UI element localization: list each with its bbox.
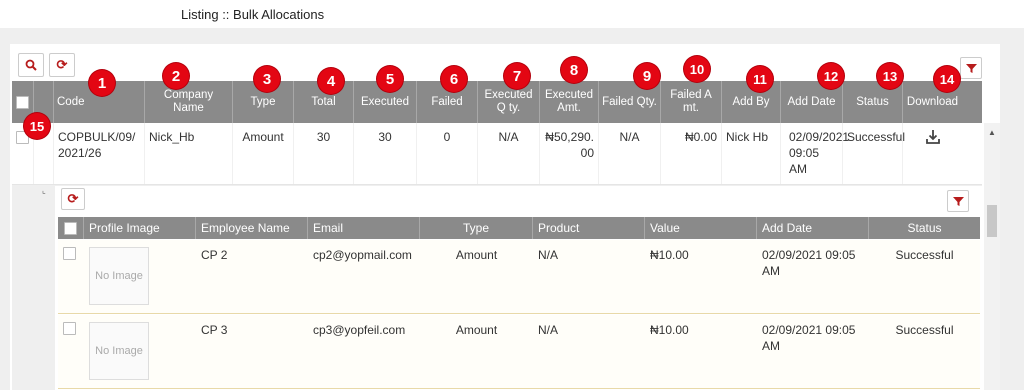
annotation-badge-5: 5 — [377, 66, 403, 92]
page-header: Listing :: Bulk Allocations — [0, 0, 1024, 28]
annotation-badge-14: 14 — [934, 66, 960, 92]
cell-type: Amount — [233, 123, 294, 184]
annotation-badge-1: 1 — [89, 70, 115, 96]
profile-image-placeholder: No Image — [89, 247, 149, 305]
cell-value: ₦10.00 — [650, 248, 689, 262]
cell-email: cp3@yopfeil.com — [313, 323, 406, 337]
cell-email: cp2@yopmail.com — [313, 248, 412, 262]
table-row[interactable]: COPBULK/09/2021/26 Nick_Hb Amount 30 30 … — [12, 123, 982, 185]
scroll-up-icon[interactable]: ▲ — [988, 128, 996, 137]
row-checkbox[interactable] — [63, 247, 76, 260]
detail-select-all-checkbox[interactable] — [64, 221, 77, 235]
cell-value: ₦10.00 — [650, 323, 689, 337]
scrollbar-thumb[interactable] — [987, 205, 997, 237]
annotation-badge-13: 13 — [877, 63, 903, 89]
cell-employee-name[interactable]: CP 2 — [196, 240, 308, 313]
cell-add-by: Nick Hb — [722, 123, 781, 184]
cell-add-date: 02/09/2021 09:05 AM — [762, 323, 856, 353]
search-icon — [25, 59, 37, 71]
cell-failed-qty: N/A — [599, 123, 661, 184]
cell-product: N/A — [538, 248, 559, 262]
annotation-badge-9: 9 — [634, 63, 660, 89]
cell-executed-amt: ₦50,290.00 — [540, 123, 599, 184]
cell-code: COPBULK/09/2021/26 — [54, 123, 145, 184]
refresh-icon: ⟳ — [56, 57, 68, 72]
annotation-badge-6: 6 — [441, 66, 467, 92]
download-button[interactable] — [903, 123, 962, 184]
cell-type: Amount — [455, 248, 498, 262]
cell-add-date: 02/09/2021 09:05 AM — [781, 123, 849, 184]
col-executed-qty[interactable]: Executed Q ty. — [478, 81, 540, 123]
annotation-badge-15: 15 — [24, 113, 50, 139]
cell-status: Successful — [895, 248, 954, 262]
col-type[interactable]: Type — [420, 217, 533, 239]
annotation-badge-3: 3 — [254, 66, 280, 92]
annotation-badge-7: 7 — [504, 63, 530, 89]
col-company-name[interactable]: Company Name — [145, 81, 233, 123]
cell-failed-amt: ₦0.00 — [661, 123, 722, 184]
table-row[interactable]: No Image CP 2 cp2@yopmail.com Amount N/A… — [58, 240, 980, 314]
cell-executed: 30 — [354, 123, 417, 184]
profile-image-placeholder: No Image — [89, 322, 149, 380]
cell-type: Amount — [455, 323, 498, 337]
cell-total: 30 — [294, 123, 354, 184]
filter-icon — [952, 196, 964, 206]
cell-status: Successful — [843, 123, 905, 184]
refresh-icon: ⟳ — [67, 191, 79, 206]
detail-filter-button[interactable] — [947, 190, 969, 212]
annotation-badge-4: 4 — [318, 68, 344, 94]
table-row[interactable]: No Image CP 3 cp3@yopfeil.com Amount N/A… — [58, 315, 980, 389]
cell-company-name[interactable]: Nick_Hb — [145, 123, 233, 184]
page-title: Listing :: Bulk Allocations — [181, 7, 325, 22]
annotation-badge-8: 8 — [561, 57, 587, 83]
cell-product: N/A — [538, 323, 559, 337]
col-value[interactable]: Value — [645, 217, 757, 239]
cell-executed-qty: N/A — [478, 123, 540, 184]
detail-grid-header: Profile Image Employee Name Email Type P… — [58, 217, 980, 239]
col-profile-image[interactable]: Profile Image — [84, 217, 196, 239]
annotation-badge-12: 12 — [818, 63, 844, 89]
select-all-checkbox[interactable] — [16, 95, 29, 109]
col-status[interactable]: Status — [869, 217, 980, 239]
annotation-badge-11: 11 — [747, 66, 773, 92]
cell-failed: 0 — [417, 123, 478, 184]
filter-icon — [965, 63, 977, 73]
col-email[interactable]: Email — [308, 217, 420, 239]
cell-add-date: 02/09/2021 09:05 AM — [762, 248, 856, 278]
cell-employee-name[interactable]: CP 3 — [196, 315, 308, 388]
col-employee-name[interactable]: Employee Name — [196, 217, 308, 239]
search-button[interactable] — [18, 53, 44, 77]
vertical-scrollbar[interactable] — [984, 123, 1000, 390]
col-failed-amt[interactable]: Failed A mt. — [661, 81, 722, 123]
row-checkbox[interactable] — [63, 322, 76, 335]
annotation-badge-2: 2 — [163, 63, 189, 89]
col-product[interactable]: Product — [533, 217, 645, 239]
annotation-badge-10: 10 — [684, 56, 710, 82]
expand-indicator-icon: ⌞ — [42, 186, 46, 195]
cell-status: Successful — [895, 323, 954, 337]
filter-button[interactable] — [960, 57, 982, 79]
download-icon — [925, 130, 940, 144]
detail-refresh-button[interactable]: ⟳ — [61, 188, 85, 210]
col-add-date[interactable]: Add Date — [757, 217, 869, 239]
col-executed-amt[interactable]: Executed Amt. — [540, 81, 599, 123]
refresh-button[interactable]: ⟳ — [49, 53, 75, 77]
